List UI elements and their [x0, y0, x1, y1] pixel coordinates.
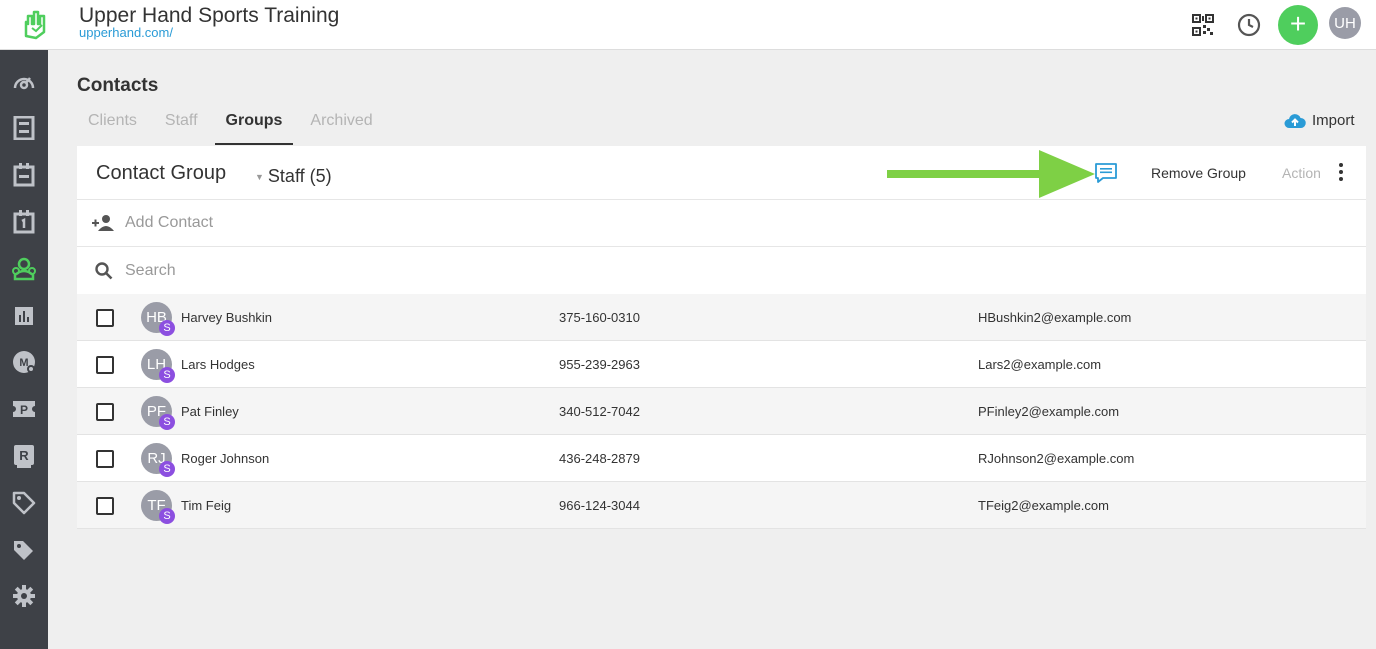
qr-code-icon[interactable] — [1188, 10, 1218, 40]
business-url[interactable]: upperhand.com/ — [79, 25, 173, 40]
staff-badge: S — [159, 461, 175, 477]
svg-text:R: R — [19, 448, 29, 463]
import-label: Import — [1312, 112, 1355, 129]
sidebar-item-settings[interactable] — [8, 580, 40, 612]
book-icon — [13, 116, 35, 140]
table-row: RJ S Roger Johnson 436-248-2879 RJohnson2@ex… — [77, 435, 1366, 482]
contact-name[interactable]: Roger Johnson — [181, 451, 269, 466]
remove-group-button[interactable]: Remove Group — [1151, 165, 1246, 181]
row-checkbox[interactable] — [96, 450, 114, 468]
green-arrow-icon — [887, 150, 1095, 198]
contacts-icon — [12, 257, 36, 281]
contact-email: RJohnson2@example.com — [978, 451, 1135, 466]
tab-clients[interactable]: Clients — [77, 105, 148, 145]
contact-tabs: Clients Staff Groups Archived — [77, 105, 390, 145]
sidebar-item-reports[interactable] — [8, 300, 40, 332]
import-button[interactable]: Import — [1284, 112, 1355, 129]
table-row: LH S Lars Hodges 955-239-2963 Lars2@example.… — [77, 341, 1366, 388]
contact-phone: 436-248-2879 — [559, 451, 640, 466]
contact-phone: 340-512-7042 — [559, 404, 640, 419]
quick-add-button[interactable]: + — [1278, 5, 1318, 45]
user-avatar[interactable]: UH — [1329, 7, 1361, 39]
dashboard-icon — [13, 77, 35, 90]
contact-group-card: Contact Group ▼ Staff (5) Remove Group Ac… — [77, 146, 1366, 529]
card-header: Contact Group ▼ Staff (5) Remove Group Ac… — [77, 146, 1366, 200]
sidebar: M P R — [0, 50, 48, 649]
group-select-value: Staff (5) — [267, 166, 332, 186]
contact-phone: 375-160-0310 — [559, 310, 640, 325]
staff-badge: S — [159, 414, 175, 430]
sidebar-item-passes[interactable]: P — [8, 393, 40, 425]
svg-text:P: P — [20, 403, 28, 417]
sidebar-item-dashboard[interactable] — [8, 66, 40, 98]
staff-badge: S — [159, 320, 175, 336]
top-bar: Upper Hand Sports Training upperhand.com… — [0, 0, 1376, 50]
table-row: HB S Harvey Bushkin 375-160-0310 HBushkin2@e… — [77, 294, 1366, 341]
search-row — [77, 247, 1366, 294]
pass-icon: P — [13, 401, 35, 417]
sidebar-item-marketing[interactable]: M — [8, 346, 40, 378]
upper-hand-logo[interactable] — [22, 10, 50, 40]
row-checkbox[interactable] — [96, 309, 114, 327]
group-select[interactable]: ▼ Staff (5) — [255, 166, 332, 187]
contact-email: TFeig2@example.com — [978, 498, 1109, 513]
contact-name[interactable]: Lars Hodges — [181, 357, 255, 372]
contact-name[interactable]: Tim Feig — [181, 498, 231, 513]
settings-icon — [13, 585, 35, 607]
reports-icon — [15, 307, 33, 325]
add-person-icon — [92, 215, 114, 231]
tag-icon — [12, 491, 36, 515]
marketing-icon: M — [13, 351, 35, 373]
row-checkbox[interactable] — [96, 403, 114, 421]
caret-down-icon: ▼ — [255, 172, 264, 183]
cloud-upload-icon — [1284, 113, 1306, 128]
action-label: Action — [1282, 165, 1321, 181]
tab-groups[interactable]: Groups — [214, 105, 294, 145]
search-input[interactable] — [125, 258, 525, 284]
contact-phone: 955-239-2963 — [559, 357, 640, 372]
contact-group-label: Contact Group — [96, 162, 227, 184]
tab-staff[interactable]: Staff — [154, 105, 209, 145]
search-icon — [95, 262, 113, 280]
sidebar-item-book[interactable] — [8, 112, 40, 144]
sidebar-item-calendar-day[interactable] — [8, 206, 40, 238]
sidebar-item-tags[interactable] — [8, 534, 40, 566]
add-contact-label: Add Contact — [125, 214, 214, 231]
sidebar-item-calendar[interactable] — [8, 159, 40, 191]
contact-name[interactable]: Harvey Bushkin — [181, 310, 272, 325]
tab-archived[interactable]: Archived — [299, 105, 383, 145]
contact-email: PFinley2@example.com — [978, 404, 1120, 419]
calendar-icon — [13, 163, 35, 187]
contact-email: HBushkin2@example.com — [978, 310, 1132, 325]
contact-email: Lars2@example.com — [978, 357, 1102, 372]
more-actions-icon[interactable] — [1335, 163, 1347, 183]
row-checkbox[interactable] — [96, 497, 114, 515]
row-checkbox[interactable] — [96, 356, 114, 374]
staff-badge: S — [159, 367, 175, 383]
calendar-day-icon — [13, 210, 35, 234]
clock-icon[interactable] — [1234, 10, 1264, 40]
message-group-icon[interactable] — [1094, 161, 1118, 185]
sidebar-item-tag[interactable] — [8, 487, 40, 519]
svg-text:M: M — [19, 357, 28, 369]
sidebar-item-contacts[interactable] — [8, 253, 40, 285]
table-row: TF S Tim Feig 966-124-3044 TFeig2@example.co… — [77, 482, 1366, 529]
page-title: Contacts — [77, 75, 159, 96]
table-row: PF S Pat Finley 340-512-7042 PFinley2@exampl… — [77, 388, 1366, 435]
tags-icon — [14, 541, 33, 560]
sidebar-item-resources[interactable]: R — [8, 440, 40, 472]
contact-name[interactable]: Pat Finley — [181, 404, 239, 419]
add-contact-row[interactable]: Add Contact — [77, 200, 1366, 247]
resources-icon: R — [14, 445, 34, 468]
contact-phone: 966-124-3044 — [559, 498, 640, 513]
staff-badge: S — [159, 508, 175, 524]
